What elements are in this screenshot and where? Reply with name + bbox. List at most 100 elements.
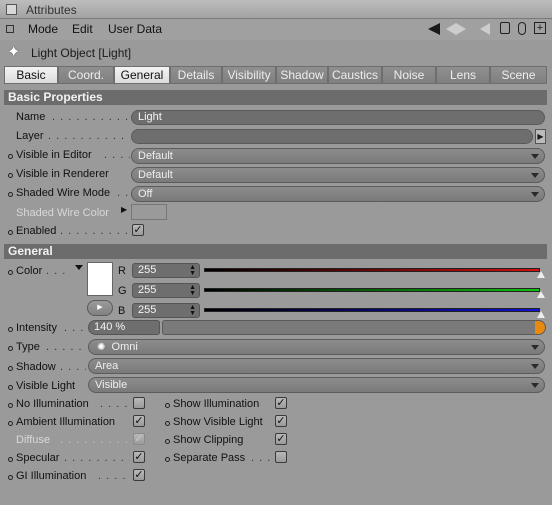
tab-visibility[interactable]: Visibility <box>222 66 276 84</box>
g-input[interactable]: 255 ▲ ▼ <box>132 283 200 298</box>
link-icon[interactable] <box>518 22 526 35</box>
ambient-illumination-label: Ambient Illumination <box>16 416 116 428</box>
intensity-dots: . . . <box>64 322 85 334</box>
menu-edit[interactable]: Edit <box>72 22 93 36</box>
intensity-slider[interactable] <box>162 320 546 335</box>
shadow-dropdown[interactable]: Area <box>88 358 545 374</box>
visible-in-editor-label: Visible in Editor <box>16 149 92 161</box>
animation-dot-icon[interactable] <box>8 403 13 408</box>
animation-dot-icon[interactable] <box>8 192 13 197</box>
animation-dot-icon[interactable] <box>165 421 170 426</box>
tab-coord[interactable]: Coord. <box>58 66 114 84</box>
animation-dot-icon[interactable] <box>165 403 170 408</box>
b-slider[interactable] <box>204 308 540 312</box>
r-slider-knob-icon[interactable] <box>537 271 545 278</box>
g-slider[interactable] <box>204 288 540 292</box>
animation-dot-icon[interactable] <box>8 346 13 351</box>
show-visible-light-label: Show Visible Light <box>173 416 263 428</box>
window-close-icon[interactable] <box>6 4 17 15</box>
up-arrow-icon[interactable] <box>480 23 490 35</box>
r-input[interactable]: 255 ▲ ▼ <box>132 263 200 278</box>
color-swatch[interactable] <box>87 262 113 296</box>
layer-field[interactable] <box>131 129 533 144</box>
animation-dot-icon[interactable] <box>8 421 13 426</box>
animation-dot-icon[interactable] <box>8 230 13 235</box>
menu-mode[interactable]: Mode <box>28 22 58 36</box>
stepper-icon[interactable]: ▲ ▼ <box>189 304 196 317</box>
enabled-label: Enabled <box>16 225 57 237</box>
color-mode-arrow-icon[interactable]: ▶ <box>87 300 113 316</box>
animation-dot-icon[interactable] <box>8 457 13 462</box>
gi-illumination-checkbox[interactable]: ✓ <box>133 469 145 481</box>
light-object-icon: ✦ <box>7 44 21 61</box>
window-titlebar: Attributes <box>0 0 552 19</box>
separate-pass-checkbox[interactable] <box>275 451 287 463</box>
menu-user-data[interactable]: User Data <box>108 22 162 36</box>
shadow-value: Area <box>95 360 119 372</box>
animation-dot-icon[interactable] <box>8 385 13 390</box>
layer-dots: . . . . . . . . . . . . . <box>48 130 128 142</box>
back-arrow-icon[interactable] <box>428 23 440 35</box>
layer-arrow-icon[interactable]: ▶ <box>535 129 546 144</box>
menubar: Mode Edit User Data + <box>0 19 552 40</box>
name-input[interactable]: Light <box>131 110 545 125</box>
animation-dot-icon[interactable] <box>165 439 170 444</box>
r-label: R <box>118 265 126 277</box>
enabled-checkbox[interactable]: ✓ <box>132 224 144 236</box>
specular-checkbox[interactable]: ✓ <box>133 451 145 463</box>
animation-dot-icon[interactable] <box>8 154 13 159</box>
stepper-icon[interactable]: ▲ ▼ <box>189 284 196 297</box>
shaded-wire-mode-dropdown[interactable]: Off <box>131 186 545 202</box>
type-dropdown[interactable]: ✺ Omni <box>88 339 545 355</box>
diffuse-dots: . . . . . . . . . . . <box>60 434 130 446</box>
g-slider-knob-icon[interactable] <box>537 291 545 298</box>
b-input[interactable]: 255 ▲ ▼ <box>132 303 200 318</box>
g-label: G <box>118 285 127 297</box>
panel-menu-icon[interactable] <box>6 25 14 33</box>
tab-details[interactable]: Details <box>170 66 222 84</box>
window-title: Attributes <box>26 3 77 17</box>
lock-icon[interactable] <box>500 22 510 34</box>
visible-in-renderer-dropdown[interactable]: Default <box>131 167 545 183</box>
no-illumination-checkbox[interactable] <box>133 397 145 409</box>
history-back-icon[interactable] <box>446 23 456 35</box>
tab-noise[interactable]: Noise <box>382 66 436 84</box>
animation-dot-icon[interactable] <box>8 475 13 480</box>
animation-dot-icon[interactable] <box>165 457 170 462</box>
ambient-illumination-checkbox[interactable]: ✓ <box>133 415 145 427</box>
omni-light-icon: ✺ <box>97 342 106 353</box>
r-slider[interactable] <box>204 268 540 272</box>
chevron-down-icon <box>531 345 539 350</box>
visible-in-editor-dropdown[interactable]: Default <box>131 148 545 164</box>
expand-arrow-icon[interactable]: ▶ <box>121 205 127 214</box>
tab-scene[interactable]: Scene <box>490 66 547 84</box>
section-basic-properties: Basic Properties <box>4 90 547 105</box>
show-visible-light-checkbox[interactable]: ✓ <box>275 415 287 427</box>
diffuse-checkbox[interactable]: ✓ <box>133 433 145 445</box>
tab-general[interactable]: General <box>114 66 170 84</box>
new-panel-icon[interactable]: + <box>534 22 546 34</box>
stepper-icon[interactable]: ▲ ▼ <box>189 264 196 277</box>
object-title: Light Object [Light] <box>31 46 132 60</box>
tab-caustics[interactable]: Caustics <box>328 66 382 84</box>
animation-dot-icon[interactable] <box>8 366 13 371</box>
name-dots: . . . . . . . . . . . . <box>52 111 128 123</box>
visible-light-dropdown[interactable]: Visible <box>88 377 545 393</box>
tab-lens[interactable]: Lens <box>436 66 490 84</box>
shaded-wire-mode-value: Off <box>138 188 153 200</box>
animation-dot-icon[interactable] <box>8 270 13 275</box>
show-illumination-checkbox[interactable]: ✓ <box>275 397 287 409</box>
animation-dot-icon[interactable] <box>8 173 13 178</box>
tab-basic[interactable]: Basic <box>4 66 58 84</box>
color-picker-chevron-icon[interactable] <box>75 265 83 270</box>
shaded-wire-dots: . . <box>117 187 129 199</box>
b-slider-knob-icon[interactable] <box>537 311 545 318</box>
history-forward-icon[interactable] <box>456 23 466 35</box>
tab-shadow[interactable]: Shadow <box>276 66 328 84</box>
show-clipping-checkbox[interactable]: ✓ <box>275 433 287 445</box>
enabled-dots: . . . . . . . . . . . <box>60 225 130 237</box>
chevron-down-icon <box>531 383 539 388</box>
shaded-wire-color-swatch[interactable] <box>131 204 167 220</box>
intensity-input[interactable]: 140 % <box>88 320 160 335</box>
animation-dot-icon[interactable] <box>8 327 13 332</box>
